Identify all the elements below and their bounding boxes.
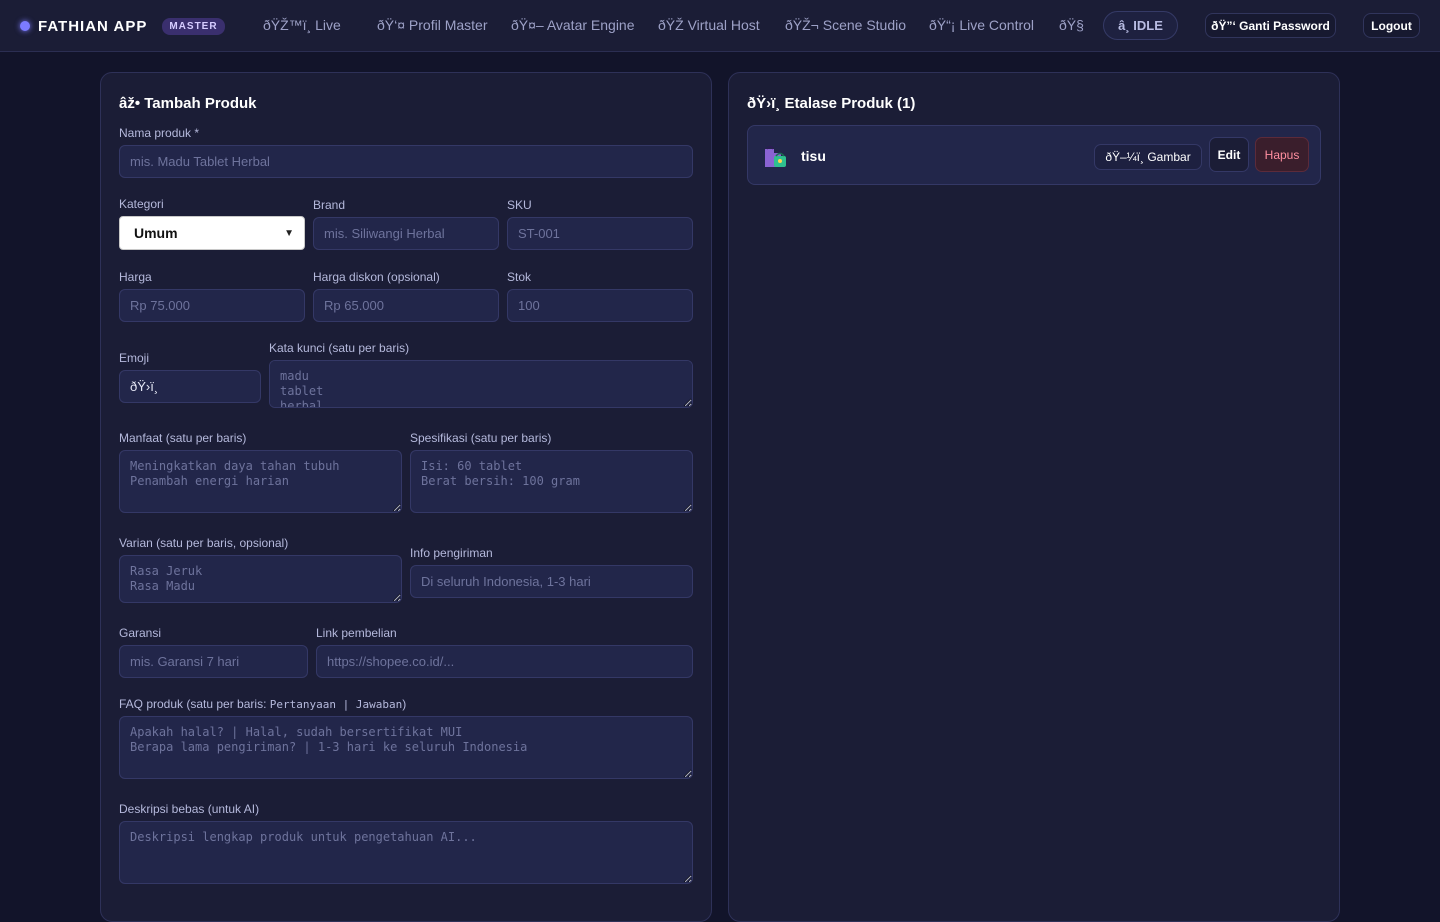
catalog-title: ðŸ›ï¸ Etalase Produk (1) <box>747 95 916 112</box>
faq-field: FAQ produk (satu per baris: Pertanyaan |… <box>119 697 693 779</box>
nav-link-profil-master[interactable]: ðŸ‘¤ Profil Master <box>377 17 487 33</box>
faq-label-format: Pertanyaan | Jawaban <box>269 698 403 711</box>
emoji-input[interactable] <box>119 370 261 403</box>
category-label: Kategori <box>119 197 164 211</box>
specs-field: Spesifikasi (satu per baris) <box>410 431 693 513</box>
chevron-down-icon: ▼ <box>284 227 294 239</box>
add-product-title: âž• Tambah Produk <box>119 95 257 112</box>
sku-input[interactable] <box>507 217 693 250</box>
benefits-field: Manfaat (satu per baris) <box>119 431 402 513</box>
nav-link-more[interactable]: ðŸ§ <box>1059 17 1084 33</box>
brand-input[interactable] <box>313 217 499 250</box>
category-select[interactable]: Umum ▼ <box>119 216 305 250</box>
description-label: Deskripsi bebas (untuk AI) <box>119 802 260 816</box>
status-badge: â¸ IDLE <box>1103 11 1178 40</box>
product-image-button[interactable]: ðŸ–¼ï¸ Gambar <box>1094 144 1202 170</box>
discount-price-input[interactable] <box>313 289 499 322</box>
add-product-panel: âž• Tambah Produk Nama produk * Kategori… <box>100 72 712 922</box>
discount-price-label: Harga diskon (opsional) <box>313 270 440 284</box>
warranty-field: Garansi <box>119 626 308 678</box>
nav-link-scene-studio[interactable]: ðŸŽ¬ Scene Studio <box>785 17 906 33</box>
category-field: Kategori Umum ▼ <box>119 197 305 250</box>
nav-link-virtual-host[interactable]: ðŸŽ Virtual Host <box>658 17 760 33</box>
buy-link-label: Link pembelian <box>316 626 397 640</box>
faq-label-prefix: FAQ produk (satu per baris: <box>119 697 270 711</box>
faq-label: FAQ produk (satu per baris: Pertanyaan |… <box>119 697 693 711</box>
sku-field: SKU <box>507 198 693 250</box>
nav-link-live[interactable]: ðŸŽ™ï¸ Live <box>263 17 341 33</box>
warranty-label: Garansi <box>119 626 162 640</box>
variants-label: Varian (satu per baris, opsional) <box>119 536 289 550</box>
nav-link-avatar-engine[interactable]: ðŸ¤– Avatar Engine <box>511 17 635 33</box>
benefits-label: Manfaat (satu per baris) <box>119 431 247 445</box>
brand-field: Brand <box>313 198 499 250</box>
product-name-field: Nama produk * <box>119 126 693 178</box>
nav-link-live-control[interactable]: ðŸ“¡ Live Control <box>929 17 1034 33</box>
keywords-field: Kata kunci (satu per baris) <box>269 341 693 408</box>
price-input[interactable] <box>119 289 305 322</box>
stock-label: Stok <box>507 270 532 284</box>
discount-price-field: Harga diskon (opsional) <box>313 270 499 322</box>
price-field: Harga <box>119 270 305 322</box>
role-badge: MASTER <box>162 17 225 35</box>
change-password-button[interactable]: ðŸ”‘ Ganti Password <box>1205 13 1336 38</box>
faq-textarea[interactable] <box>119 716 693 779</box>
brand-label: Brand <box>313 198 346 212</box>
variants-field: Varian (satu per baris, opsional) <box>119 536 402 603</box>
product-name-input[interactable] <box>119 145 693 178</box>
brand-dot-icon <box>20 21 30 31</box>
brand: FATHIAN APP MASTER <box>20 17 225 35</box>
edit-product-button[interactable]: Edit <box>1209 137 1249 172</box>
faq-label-suffix: ) <box>402 697 407 711</box>
list-item: tisu ðŸ–¼ï¸ Gambar Edit Hapus <box>747 125 1321 185</box>
description-field: Deskripsi bebas (untuk AI) <box>119 802 693 884</box>
product-name: tisu <box>801 148 826 164</box>
variants-textarea[interactable] <box>119 555 402 603</box>
benefits-textarea[interactable] <box>119 450 402 513</box>
logout-button[interactable]: Logout <box>1363 13 1420 38</box>
shipping-input[interactable] <box>410 565 693 598</box>
category-selected-value: Umum <box>134 225 178 241</box>
specs-textarea[interactable] <box>410 450 693 513</box>
price-label: Harga <box>119 270 152 284</box>
shipping-field: Info pengiriman <box>410 546 693 598</box>
shipping-label: Info pengiriman <box>410 546 493 560</box>
product-catalog-panel: ðŸ›ï¸ Etalase Produk (1) tisu ðŸ–¼ï¸ Gam… <box>728 72 1340 922</box>
buy-link-field: Link pembelian <box>316 626 693 678</box>
sku-label: SKU <box>507 198 532 212</box>
specs-label: Spesifikasi (satu per baris) <box>410 431 552 445</box>
stock-input[interactable] <box>507 289 693 322</box>
top-navbar: FATHIAN APP MASTER ðŸŽ™ï¸ Live ðŸ‘¤ Prof… <box>0 0 1440 52</box>
brand-name: FATHIAN APP <box>38 17 148 35</box>
buy-link-input[interactable] <box>316 645 693 678</box>
keywords-textarea[interactable] <box>269 360 693 408</box>
product-name-label: Nama produk * <box>119 126 200 140</box>
description-textarea[interactable] <box>119 821 693 884</box>
emoji-label: Emoji <box>119 351 150 365</box>
warranty-input[interactable] <box>119 645 308 678</box>
emoji-field: Emoji <box>119 351 261 403</box>
stock-field: Stok <box>507 270 693 322</box>
shopping-bags-icon <box>765 145 786 167</box>
delete-product-button[interactable]: Hapus <box>1255 137 1309 172</box>
keywords-label: Kata kunci (satu per baris) <box>269 341 410 355</box>
